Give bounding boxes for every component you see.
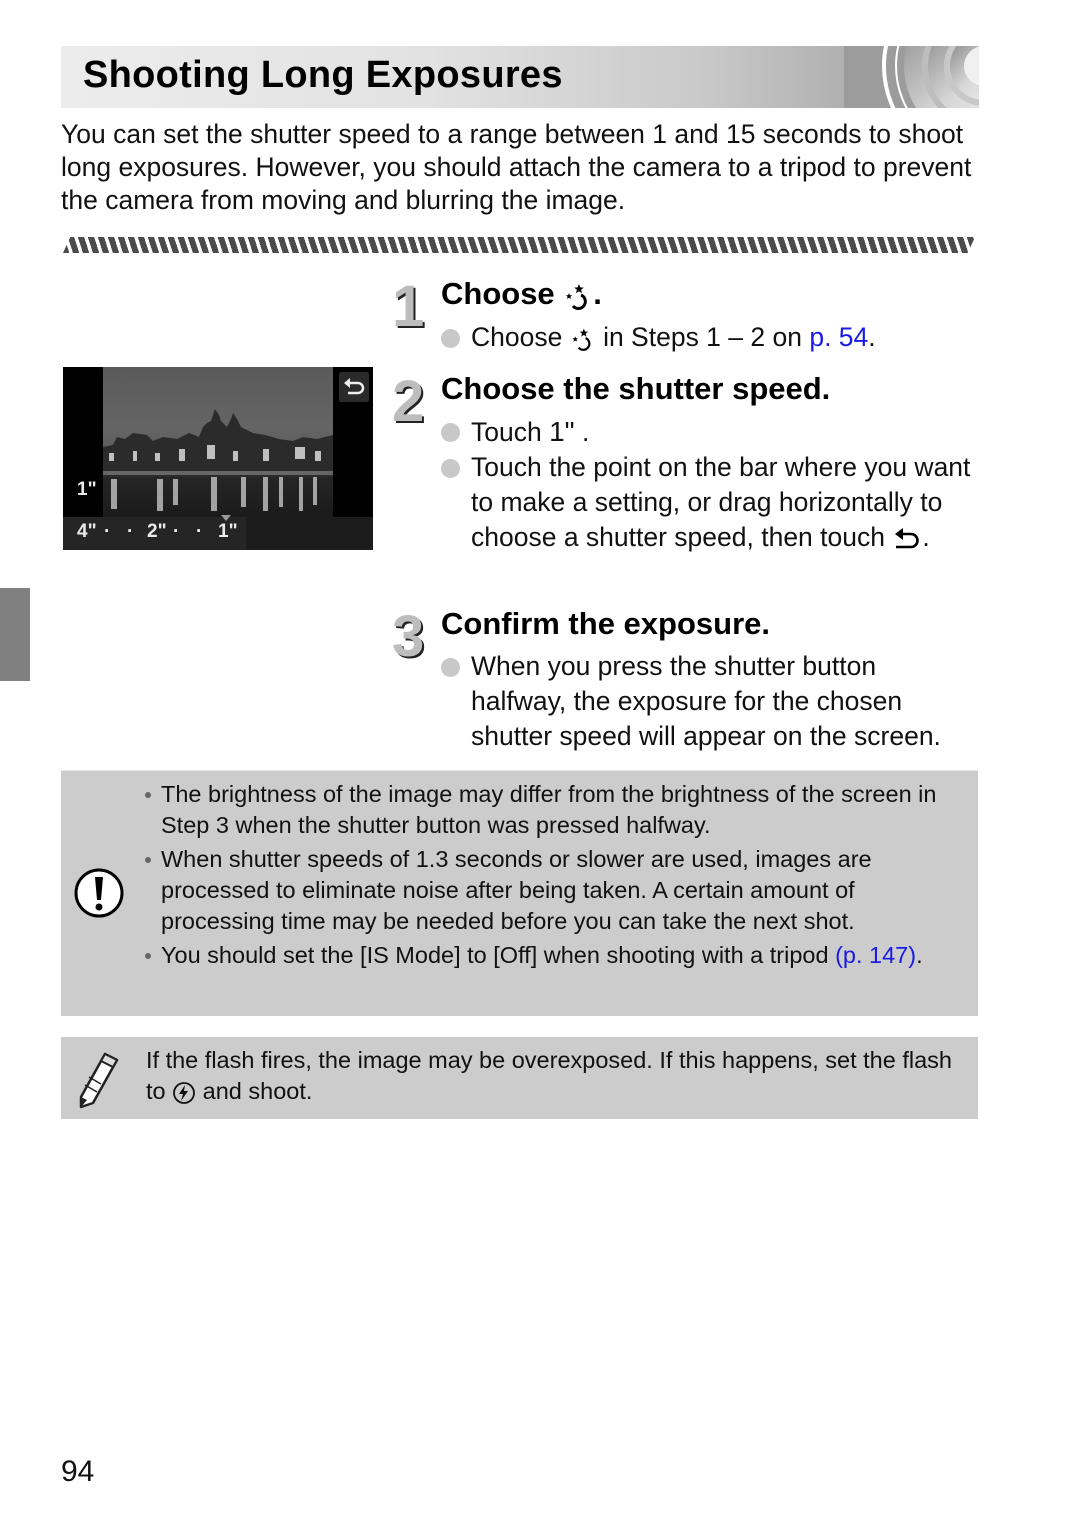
- current-shutter-value: 1": [77, 479, 97, 500]
- page-title: Shooting Long Exposures: [83, 54, 563, 96]
- bullet-text: in Steps 1 – 2 on: [595, 322, 810, 352]
- step-2-bullet-2: Touch the point on the bar where you wan…: [441, 450, 971, 555]
- bullet-text: When you press the shutter button halfwa…: [471, 651, 941, 751]
- slider-marker-icon[interactable]: [220, 514, 232, 522]
- step-1-bullet: Choose in Steps 1 – 2 on p. 54.: [441, 320, 971, 355]
- night-scene-mode-icon: [566, 283, 588, 310]
- page-number: 94: [61, 1455, 95, 1488]
- page-54-link[interactable]: p. 54: [809, 322, 868, 352]
- bullet-icon: [441, 658, 460, 677]
- scale-label-2s: 2": [147, 521, 167, 542]
- night-scene-mode-icon: [572, 328, 591, 351]
- scale-label-1s: 1": [218, 521, 238, 542]
- scale-dot: ·: [173, 521, 180, 542]
- step-2-title: Choose the shutter speed.: [441, 371, 831, 406]
- scale-dot: ·: [104, 521, 111, 542]
- camera-screen-illustration: 1" 4" · · 2" · · 1": [63, 367, 373, 550]
- step-3-bullet: When you press the shutter button halfwa…: [441, 649, 971, 754]
- caution-item-period: .: [916, 942, 923, 968]
- page-147-link[interactable]: (p. 147): [835, 942, 916, 968]
- step-1-title: Choose .: [441, 276, 602, 312]
- camera-back-button[interactable]: [339, 372, 369, 402]
- scale-label-4s: 4": [77, 521, 97, 542]
- step-1-title-period: .: [593, 276, 602, 311]
- bullet-icon: [441, 423, 460, 442]
- bullet-icon: [441, 329, 460, 348]
- scale-dot: ·: [127, 521, 134, 542]
- caution-item: The brightness of the image may differ f…: [143, 779, 963, 841]
- intro-paragraph: You can set the shutter speed to a range…: [61, 119, 972, 215]
- step-2-bullet-1: Touch 1" .: [441, 414, 971, 450]
- note-box: If the flash fires, the image may be ove…: [61, 1037, 978, 1119]
- city-skyline-image: [103, 409, 333, 511]
- step-number-3: 3: [392, 604, 425, 669]
- pencil-icon: [79, 1052, 119, 1109]
- night-scene-photo: [103, 367, 333, 519]
- caution-box: The brightness of the image may differ f…: [61, 770, 978, 1016]
- return-icon: [344, 378, 365, 395]
- bullet-text: .: [574, 417, 590, 447]
- step-number-1: 1: [392, 274, 425, 339]
- caution-icon: [74, 868, 124, 918]
- bullet-icon: [441, 459, 460, 478]
- caution-item-text: You should set the [IS Mode] to [Off] wh…: [161, 942, 836, 968]
- section-title-bar: Shooting Long Exposures: [61, 46, 979, 108]
- return-icon: [895, 528, 920, 549]
- shutter-value-1s: 1": [549, 416, 575, 447]
- bullet-text: Choose: [471, 322, 570, 352]
- bullet-text: Touch: [471, 417, 550, 447]
- note-text-end: and shoot.: [196, 1078, 313, 1104]
- caution-list: The brightness of the image may differ f…: [143, 779, 963, 974]
- caution-item: When shutter speeds of 1.3 seconds or sl…: [143, 844, 963, 937]
- scale-dot: ·: [196, 521, 203, 542]
- chapter-tab: [0, 588, 30, 681]
- hatched-divider: [63, 237, 975, 253]
- flash-off-icon: [173, 1081, 196, 1104]
- shutter-bar-empty: [246, 517, 373, 550]
- step-number-2: 2: [392, 369, 425, 434]
- decorative-rings-icon: [844, 46, 979, 108]
- bullet-text: .: [922, 522, 930, 552]
- caution-item: You should set the [IS Mode] to [Off] wh…: [143, 940, 963, 971]
- step-1-title-text: Choose: [441, 276, 564, 311]
- bullet-text: .: [868, 322, 876, 352]
- note-text: If the flash fires, the image may be ove…: [146, 1045, 966, 1107]
- step-3-title: Confirm the exposure.: [441, 606, 770, 641]
